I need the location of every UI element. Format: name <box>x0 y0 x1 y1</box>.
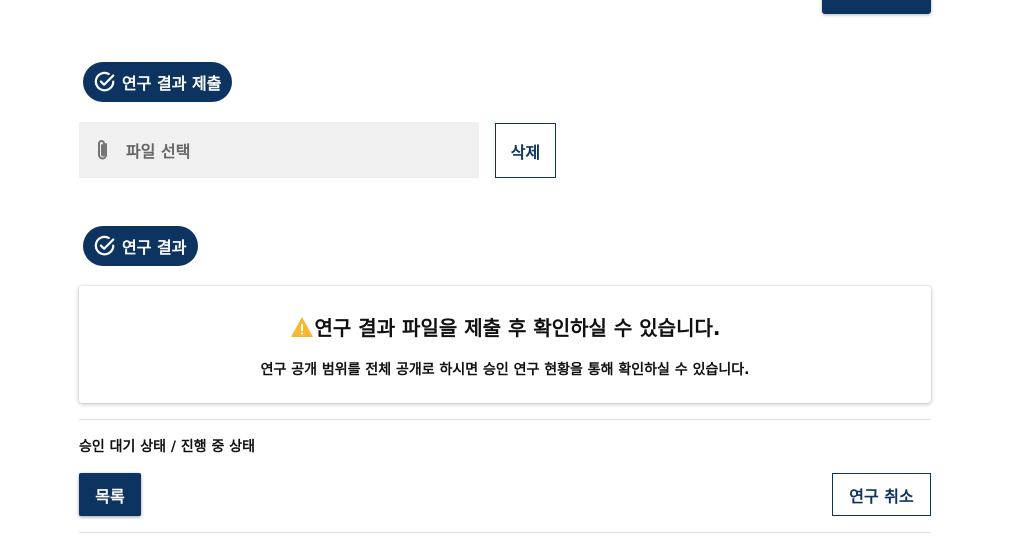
delete-button[interactable]: 삭제 <box>495 123 556 178</box>
submit-section-title: 연구 결과 제출 <box>122 74 222 93</box>
cancel-research-button[interactable]: 연구 취소 <box>832 473 931 516</box>
file-select-placeholder: 파일 선택 <box>126 142 191 161</box>
result-section-title: 연구 결과 <box>122 238 187 257</box>
status-text: 승인 대기 상태 / 진행 중 상태 <box>79 439 256 455</box>
notice-title-row: 연구 결과 파일을 제출 후 확인하실 수 있습니다. <box>79 312 931 341</box>
result-section-header: 연구 결과 <box>83 226 198 266</box>
check-circle-icon <box>94 71 115 92</box>
notice-subtitle: 연구 공개 범위를 전체 공개로 하시면 승인 연구 현황을 통해 확인하실 수… <box>260 362 750 378</box>
file-select-input[interactable]: 파일 선택 <box>79 122 479 178</box>
paperclip-icon <box>98 140 107 160</box>
check-circle-icon <box>94 235 115 256</box>
top-action-button[interactable] <box>822 0 931 14</box>
divider <box>79 419 931 420</box>
divider <box>79 532 931 533</box>
notice-card: 연구 결과 파일을 제출 후 확인하실 수 있습니다. 연구 공개 범위를 전체… <box>79 286 931 403</box>
list-button[interactable]: 목록 <box>79 473 141 516</box>
notice-title: 연구 결과 파일을 제출 후 확인하실 수 있습니다. <box>314 316 721 340</box>
submit-section-header: 연구 결과 제출 <box>83 62 232 102</box>
warning-icon <box>290 316 313 337</box>
